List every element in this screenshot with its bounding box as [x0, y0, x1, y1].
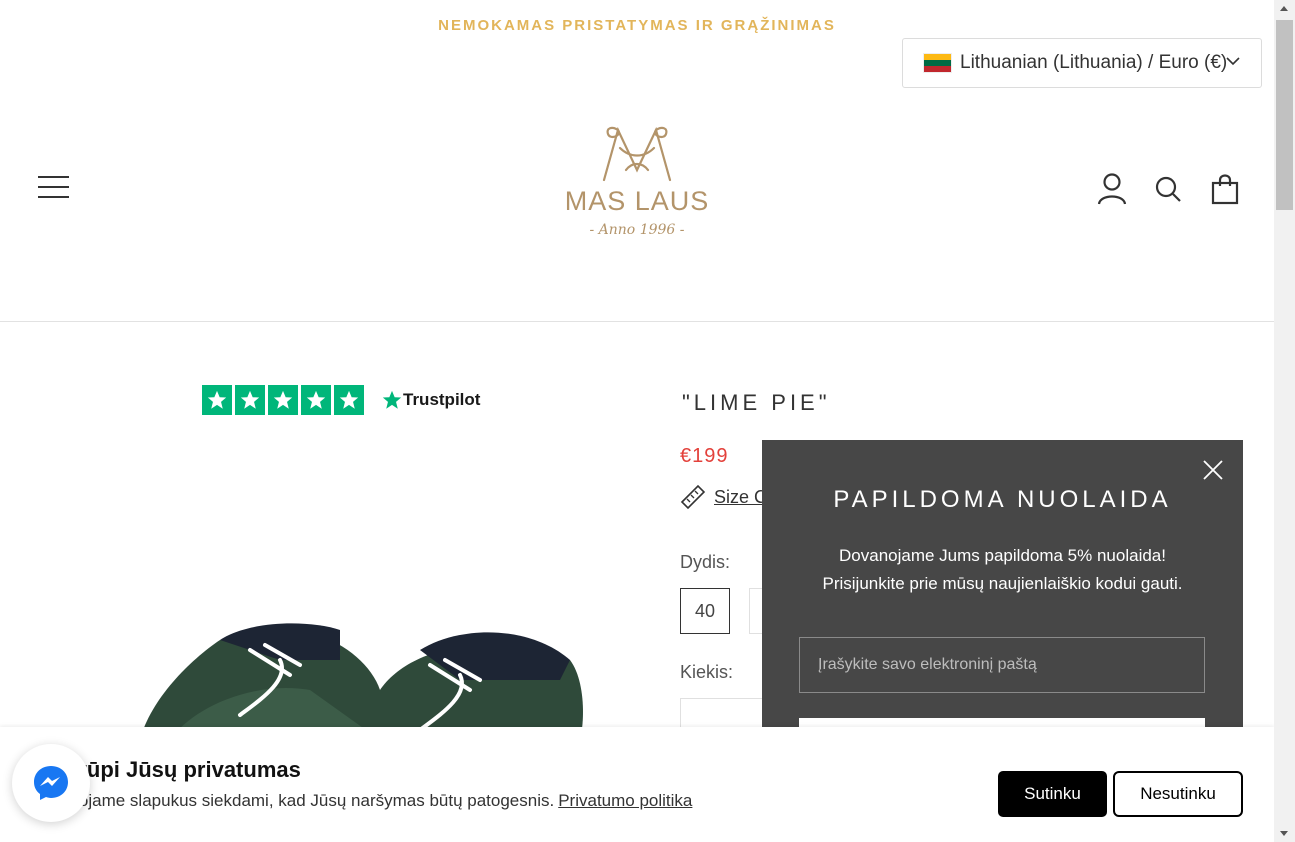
cookie-banner: s rūpi Jūsų privatumas udojame slapukus … [0, 727, 1274, 842]
search-icon[interactable] [1152, 172, 1184, 206]
popup-text: Dovanojame Jums papildoma 5% nuolaida! P… [762, 542, 1243, 598]
decline-cookies-button[interactable]: Nesutinku [1113, 771, 1243, 817]
product-title: "LIME PIE" [682, 390, 831, 415]
trustpilot-star-icon [301, 385, 331, 415]
logo-brand-text: MAS LAUS [564, 186, 710, 216]
menu-icon[interactable] [38, 176, 69, 198]
popup-text-line-2: Prisijunkite prie mūsų naujienlaiškio ko… [822, 574, 1183, 593]
trustpilot-logo-star-icon [382, 390, 402, 409]
product-price: €199 [680, 445, 729, 467]
size-chart-link[interactable]: Size C [680, 484, 767, 510]
locale-label: Lithuanian (Lithuania) / Euro (€) [960, 52, 1228, 73]
trustpilot-wordmark: Trustpilot [403, 390, 481, 409]
trustpilot-star-icon [235, 385, 265, 415]
popup-title: PAPILDOMA NUOLAIDA [833, 486, 1172, 513]
header-divider [0, 321, 1274, 322]
privacy-policy-link[interactable]: Privatumo politika [558, 791, 692, 810]
size-label: Dydis: [680, 552, 731, 572]
trustpilot-star-icon [268, 385, 298, 415]
scroll-down-icon[interactable] [1280, 831, 1288, 836]
chevron-down-icon [1226, 57, 1240, 66]
messenger-chat-button[interactable] [12, 744, 90, 822]
scrollbar-thumb[interactable] [1276, 20, 1293, 210]
logo-anno-text: - Anno 1996 - [589, 222, 685, 238]
account-icon[interactable] [1096, 172, 1128, 206]
close-icon[interactable] [1203, 460, 1223, 480]
cart-icon[interactable] [1209, 172, 1241, 206]
newsletter-email-input[interactable] [799, 637, 1205, 693]
popup-text-line-1: Dovanojame Jums papildoma 5% nuolaida! [839, 546, 1166, 565]
lithuania-flag-icon [923, 53, 952, 73]
logo-monogram-icon [602, 126, 672, 182]
messenger-icon [34, 766, 68, 800]
brand-logo[interactable]: MAS LAUS - Anno 1996 - [560, 124, 714, 242]
quantity-label: Kiekis: [680, 662, 734, 682]
trustpilot-star-icon [202, 385, 232, 415]
size-chart-label[interactable]: Size C [714, 487, 767, 508]
trustpilot-logo: Trustpilot [381, 389, 480, 411]
cookie-message: udojame slapukus siekdami, kad Jūsų narš… [60, 791, 692, 811]
product-image[interactable] [130, 620, 590, 740]
ruler-icon [680, 484, 706, 510]
locale-selector[interactable]: Lithuanian (Lithuania) / Euro (€) [902, 38, 1262, 88]
accept-cookies-button[interactable]: Sutinku [998, 771, 1107, 817]
page-scrollbar[interactable] [1274, 0, 1295, 842]
size-option-selected[interactable]: 40 [680, 588, 730, 634]
scroll-up-icon[interactable] [1280, 6, 1288, 11]
trustpilot-star-icon [334, 385, 364, 415]
newsletter-popup: PAPILDOMA NUOLAIDA Dovanojame Jums papil… [762, 440, 1243, 740]
announcement-text: NEMOKAMAS PRISTATYMAS IR GRĄŽINIMAS [438, 17, 836, 34]
cookie-title: s rūpi Jūsų privatumas [60, 757, 301, 782]
trustpilot-widget[interactable]: Trustpilot [202, 385, 480, 415]
cookie-message-text: udojame slapukus siekdami, kad Jūsų narš… [60, 791, 555, 810]
